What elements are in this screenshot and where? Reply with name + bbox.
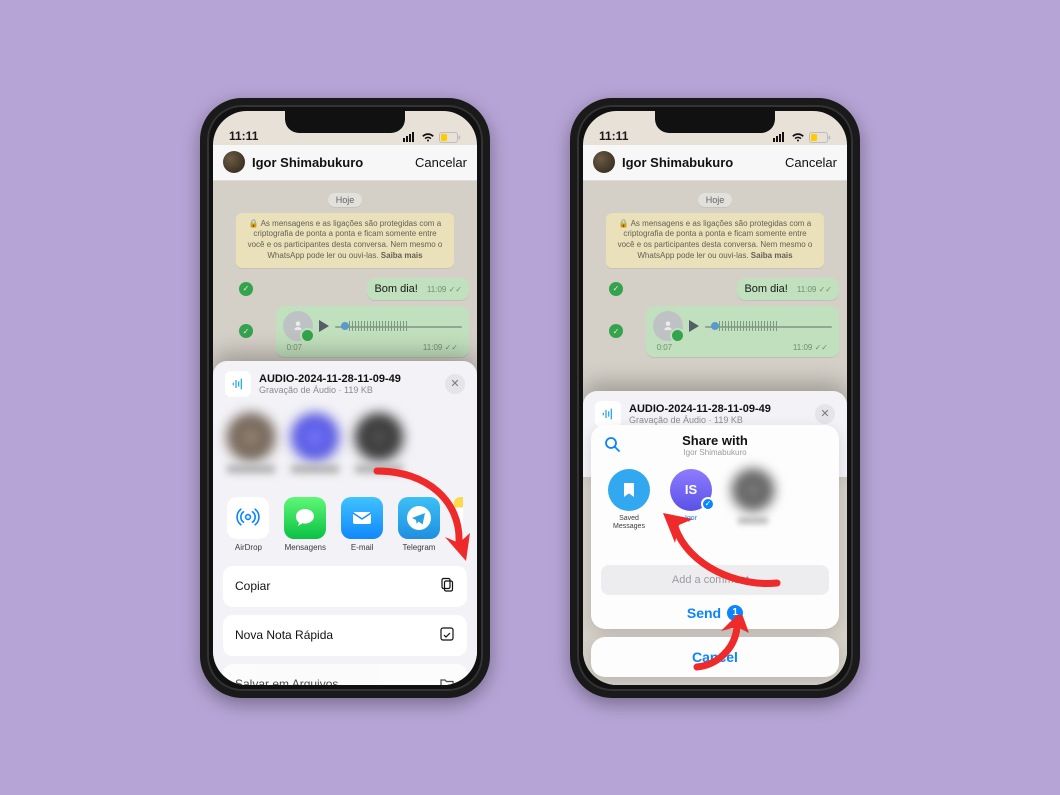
message-row: ✓ 0:0711:09 ✓✓: [591, 306, 839, 357]
wifi-icon: [421, 132, 435, 142]
close-share-button[interactable]: ✕: [815, 404, 835, 424]
status-time: 11:11: [599, 129, 628, 143]
airdrop-contact[interactable]: [291, 413, 339, 473]
target-contact-blurred[interactable]: [729, 469, 777, 531]
quick-note-icon: [439, 626, 455, 645]
send-button[interactable]: Send 1: [687, 605, 743, 621]
audio-message[interactable]: 0:0711:09 ✓✓: [646, 306, 839, 357]
search-button[interactable]: [601, 433, 623, 455]
message-bubble[interactable]: Bom dia! 11:09 ✓✓: [737, 278, 839, 300]
share-with-subtitle: Igor Shimabukuro: [601, 448, 829, 457]
contact-avatar[interactable]: [593, 151, 615, 173]
telegram-share-modal: Share with Igor Shimabukuro Saved Messag…: [591, 425, 839, 677]
status-time: 11:11: [229, 129, 258, 143]
whatsapp-header: Igor Shimabukuro Cancelar: [213, 145, 477, 181]
share-file-row: AUDIO-2024-11-28-11-09-49 Gravação de Áu…: [213, 361, 477, 405]
voice-avatar-icon: [653, 311, 683, 341]
bookmark-icon: [608, 469, 650, 511]
share-with-title: Share with: [601, 433, 829, 448]
cancel-link[interactable]: Cancelar: [415, 155, 467, 170]
target-contact-igor[interactable]: IS ✓ Igor: [667, 469, 715, 531]
airdrop-icon: [227, 497, 269, 539]
app-mail[interactable]: E-mail: [341, 497, 384, 552]
share-apps-row: AirDrop Mensagens E-mail: [213, 485, 477, 556]
contact-avatar-icon: [732, 469, 774, 511]
share-file-subtitle: Gravação de Áudio · 119 KB: [629, 415, 807, 425]
notch: [285, 111, 405, 133]
export-check-icon: ✓: [609, 324, 623, 338]
app-telegram[interactable]: Telegram: [398, 497, 441, 552]
cellular-icon: [403, 132, 417, 142]
folder-icon: [439, 675, 455, 685]
messages-icon: [284, 497, 326, 539]
selected-check-icon: ✓: [701, 497, 715, 511]
whatsapp-header: Igor Shimabukuro Cancelar: [583, 145, 847, 181]
wifi-icon: [791, 132, 805, 142]
target-saved-messages[interactable]: Saved Messages: [605, 469, 653, 531]
encryption-banner[interactable]: 🔒 As mensagens e as ligações são protegi…: [606, 213, 824, 268]
telegram-targets: Saved Messages IS ✓ Igor: [591, 459, 839, 537]
airdrop-contact[interactable]: [355, 413, 403, 473]
action-copy[interactable]: Copiar: [223, 566, 467, 607]
export-check-icon: ✓: [239, 282, 253, 296]
airdrop-contacts: [213, 405, 477, 485]
message-row: ✓ 0:07: [221, 306, 469, 357]
share-sheet[interactable]: AUDIO-2024-11-28-11-09-49 Gravação de Áu…: [213, 361, 477, 685]
audio-file-icon: [595, 401, 621, 427]
notch: [655, 111, 775, 133]
audio-waveform[interactable]: [335, 319, 462, 333]
contact-avatar[interactable]: [223, 151, 245, 173]
app-airdrop[interactable]: AirDrop: [227, 497, 270, 552]
message-row: ✓ Bom dia! 11:09 ✓✓: [591, 278, 839, 300]
contact-name[interactable]: Igor Shimabukuro: [252, 155, 363, 170]
battery-icon: [439, 132, 461, 143]
app-notes-peek[interactable]: [454, 497, 463, 539]
copy-icon: [439, 577, 455, 596]
cancel-button[interactable]: Cancel: [591, 637, 839, 677]
action-save-files[interactable]: Salvar em Arquivos: [223, 664, 467, 685]
share-file-name: AUDIO-2024-11-28-11-09-49: [259, 373, 437, 385]
phone-left: 11:11 Igor Shimabukuro Cancelar Ho: [200, 98, 490, 698]
encryption-banner[interactable]: 🔒 As mensagens e as ligações são protegi…: [236, 213, 454, 268]
audio-waveform[interactable]: [705, 319, 832, 333]
share-file-subtitle: Gravação de Áudio · 119 KB: [259, 385, 437, 395]
audio-message[interactable]: 0:07 11:09 ✓✓: [276, 306, 469, 357]
close-share-button[interactable]: ✕: [445, 374, 465, 394]
airdrop-contact[interactable]: [227, 413, 275, 473]
telegram-icon: [398, 497, 440, 539]
action-quick-note[interactable]: Nova Nota Rápida: [223, 615, 467, 656]
share-file-name: AUDIO-2024-11-28-11-09-49: [629, 403, 807, 415]
send-count-badge: 1: [727, 605, 743, 621]
phone-right: 11:11 Igor Shimabukuro Cancelar Hoje 🔒 A…: [570, 98, 860, 698]
audio-file-icon: [225, 371, 251, 397]
date-chip: Hoje: [698, 193, 733, 207]
contact-name[interactable]: Igor Shimabukuro: [622, 155, 733, 170]
play-icon[interactable]: [319, 320, 329, 332]
mail-icon: [341, 497, 383, 539]
cancel-link[interactable]: Cancelar: [785, 155, 837, 170]
message-row: ✓ Bom dia! 11:09 ✓✓: [221, 278, 469, 300]
play-icon[interactable]: [689, 320, 699, 332]
app-messages[interactable]: Mensagens: [284, 497, 327, 552]
voice-avatar-icon: [283, 311, 313, 341]
date-chip: Hoje: [328, 193, 363, 207]
cellular-icon: [773, 132, 787, 142]
battery-icon: [809, 132, 831, 143]
export-check-icon: ✓: [239, 324, 253, 338]
comment-input[interactable]: Add a comment...: [601, 565, 829, 595]
message-bubble[interactable]: Bom dia! 11:09 ✓✓: [367, 278, 469, 300]
export-check-icon: ✓: [609, 282, 623, 296]
